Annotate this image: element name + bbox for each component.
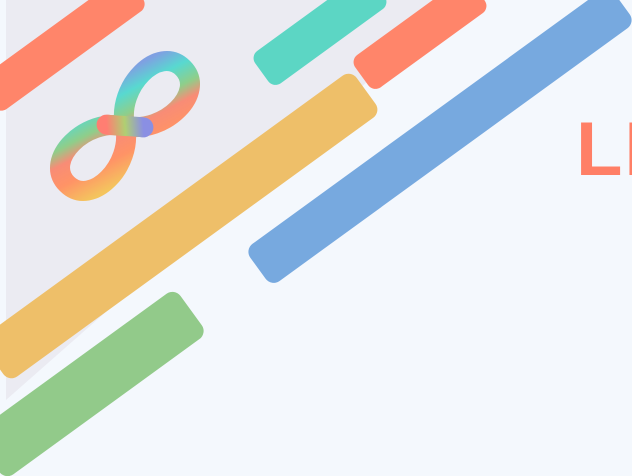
- decorative-artwork: [0, 0, 632, 476]
- hero-headline: LE: [576, 107, 632, 192]
- hero-banner: LE: [0, 0, 632, 476]
